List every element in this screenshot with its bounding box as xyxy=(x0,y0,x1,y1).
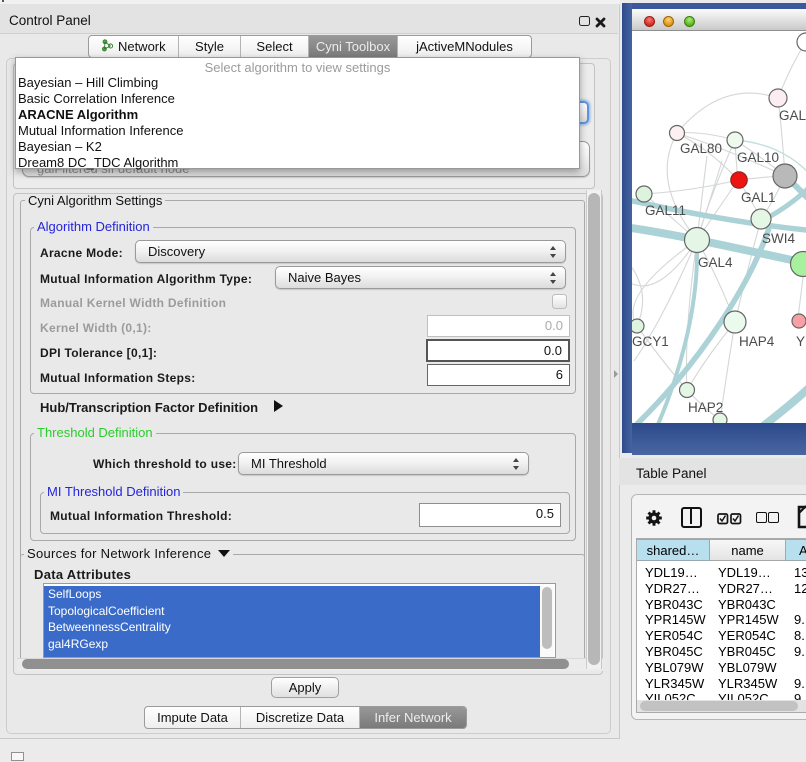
svg-text:Y: Y xyxy=(796,334,805,349)
svg-text:GAL10: GAL10 xyxy=(737,150,779,165)
svg-text:SWI4: SWI4 xyxy=(762,231,795,246)
svg-text:HAP4: HAP4 xyxy=(739,334,775,349)
svg-text:GAL11: GAL11 xyxy=(645,203,686,218)
svg-text:GAL1: GAL1 xyxy=(741,190,776,205)
svg-text:GAL2: GAL2 xyxy=(779,108,806,123)
svg-text:HAP2: HAP2 xyxy=(688,400,723,415)
svg-text:GAL80: GAL80 xyxy=(680,141,722,156)
svg-text:GAL4: GAL4 xyxy=(698,255,733,270)
svg-text:GCY1: GCY1 xyxy=(632,334,669,349)
